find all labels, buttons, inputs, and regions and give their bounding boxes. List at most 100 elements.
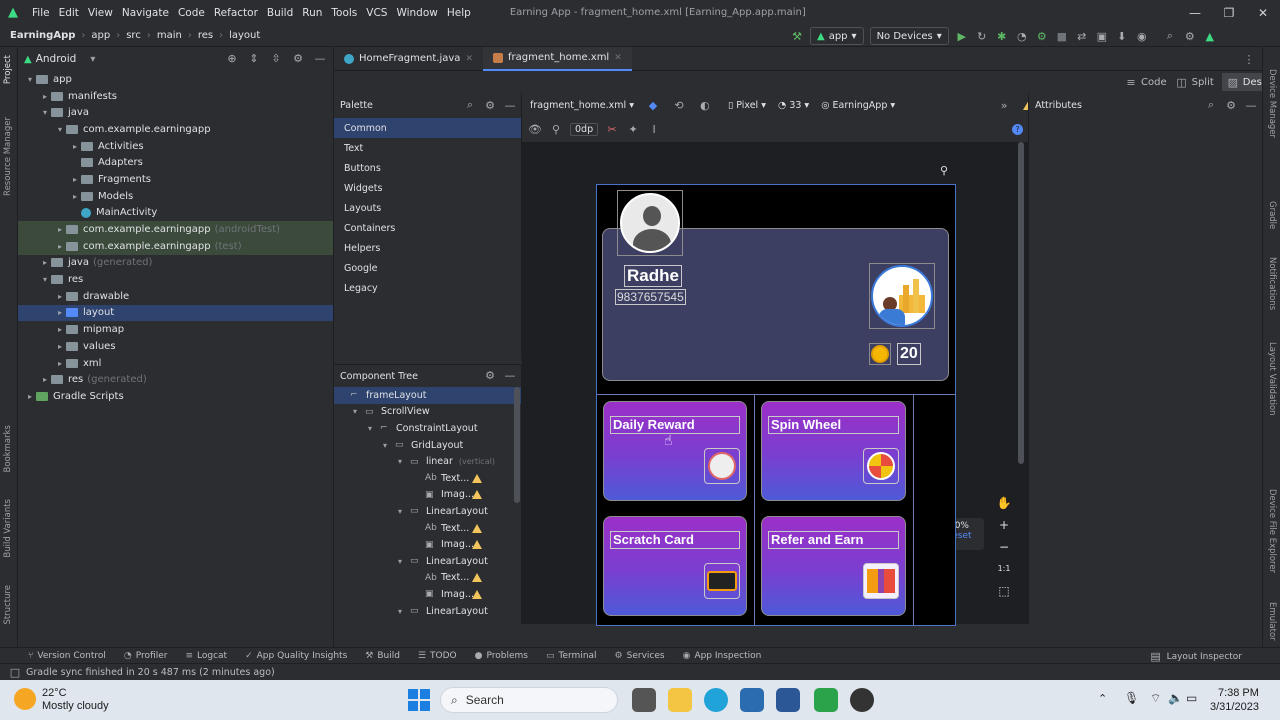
code-mode-button[interactable]: ≡ Code [1124, 76, 1166, 89]
store-icon[interactable] [740, 688, 764, 712]
locate-icon[interactable]: ⊕ [225, 52, 239, 65]
breadcrumb-item[interactable]: res [198, 30, 213, 41]
gear-icon[interactable]: ⚙ [1224, 99, 1238, 112]
hide-panel-icon[interactable]: — [503, 99, 517, 112]
chevron-down-icon[interactable]: ▾ [398, 607, 410, 616]
infer-constraints-icon[interactable]: ✦ [626, 123, 640, 136]
project-tree-row[interactable]: ▾ res [18, 271, 333, 288]
chevron-up-icon[interactable]: ⌃ [1098, 692, 1107, 705]
split-mode-button[interactable]: ◫ Split [1175, 76, 1213, 89]
run-icon[interactable]: ▶ [955, 30, 969, 43]
component-tree-row[interactable]: Ab Text... [334, 470, 521, 487]
rerun-icon[interactable]: ↻ [975, 30, 989, 43]
menu-build[interactable]: Build [267, 7, 293, 19]
project-tree-row[interactable]: ▸ Activities [18, 138, 333, 155]
sync-icon[interactable]: ⇄ [1075, 30, 1089, 43]
hide-panel-icon[interactable]: — [1244, 99, 1258, 112]
layout-inspector-button[interactable]: ▤ Layout Inspector [1149, 650, 1242, 663]
close-icon[interactable]: ✕ [1246, 6, 1280, 20]
android-studio-taskbar-icon[interactable] [850, 688, 874, 712]
menu-vcs[interactable]: VCS [366, 7, 387, 19]
warning-icon[interactable] [472, 589, 482, 599]
menu-navigate[interactable]: Navigate [122, 7, 169, 19]
taskbar-search[interactable]: ⌕ Search [440, 687, 618, 713]
project-tree-row[interactable]: ▸ com.example.earningapp (androidTest) [18, 221, 333, 238]
more-icon[interactable]: ▲ [1203, 30, 1217, 43]
chevron-right-icon[interactable]: ▸ [24, 392, 36, 401]
menu-refactor[interactable]: Refactor [214, 7, 258, 19]
layout-validation-tool-tab[interactable]: Layout Validation [1267, 342, 1277, 416]
chevron-down-icon[interactable]: ▾ [398, 507, 410, 516]
tool-terminal[interactable]: ▭ Terminal [546, 651, 597, 661]
eye-icon[interactable]: 👁 [528, 123, 542, 136]
project-tree-row[interactable]: ▾ com.example.earningapp [18, 121, 333, 138]
more-options-icon[interactable]: » [997, 99, 1011, 112]
search-icon[interactable]: ⌕ [463, 98, 477, 112]
chevron-down-icon[interactable]: ▾ [90, 54, 95, 65]
daily-reward-card[interactable]: Daily Reward [603, 401, 747, 501]
refer-earn-card[interactable]: Refer and Earn [761, 516, 906, 616]
api-level-select[interactable]: ◔ 33 ▾ [778, 100, 809, 111]
tool-logcat[interactable]: ≡ Logcat [185, 651, 227, 661]
magnet-icon[interactable]: ⚲ [549, 123, 563, 136]
chevron-right-icon[interactable]: ▸ [54, 292, 66, 301]
emulator-tool-tab[interactable]: Emulator [1267, 602, 1277, 641]
volume-icon[interactable]: 🔈 [1168, 691, 1183, 705]
editor-tab[interactable]: fragment_home.xml ✕ [482, 46, 632, 71]
gear-icon[interactable]: ⚙ [483, 99, 497, 112]
project-tree-row[interactable]: Adapters [18, 154, 333, 171]
warning-icon[interactable] [472, 473, 482, 483]
bookmarks-tool-tab[interactable]: Bookmarks [3, 425, 13, 473]
tool-problems[interactable]: ● Problems [475, 651, 528, 661]
component-tree-row[interactable]: ▾ ▭ GridLayout [334, 437, 521, 454]
sdk-manager-icon[interactable]: ⬇ [1115, 30, 1129, 43]
component-tree-row[interactable]: ▾ ▭ ScrollView [334, 404, 521, 421]
chevron-down-icon[interactable]: ▾ [39, 108, 51, 117]
menu-file[interactable]: File [32, 7, 50, 19]
component-tree-scrollbar[interactable] [514, 387, 520, 503]
layout-file-select[interactable]: fragment_home.xml ▾ [530, 100, 634, 111]
avatar-frame[interactable] [617, 190, 683, 256]
component-tree-row[interactable]: ⌐ frameLayout [334, 387, 521, 404]
menu-edit[interactable]: Edit [59, 7, 79, 19]
search-icon[interactable]: ⌕ [1163, 29, 1177, 43]
more-tabs-icon[interactable]: ⋮ [1242, 53, 1256, 66]
chevron-down-icon[interactable]: ▾ [398, 557, 410, 566]
menu-tools[interactable]: Tools [331, 7, 357, 19]
scratch-card-card[interactable]: Scratch Card [603, 516, 747, 616]
night-mode-icon[interactable]: ◐ [698, 99, 712, 112]
zoom-in-icon[interactable]: + [994, 514, 1014, 536]
device-select[interactable]: No Devices ▾ [869, 27, 949, 45]
notepad-icon[interactable] [814, 688, 838, 712]
apply-changes-icon[interactable]: ⚙ [1035, 30, 1049, 43]
file-explorer-icon[interactable] [668, 688, 692, 712]
tool-profiler[interactable]: ◔ Profiler [124, 651, 168, 661]
default-margin-field[interactable]: 0dp [570, 122, 599, 136]
clear-constraints-icon[interactable]: ✂ [605, 123, 619, 136]
battery-icon[interactable]: ▭ [1186, 691, 1197, 705]
zoom-out-icon[interactable]: − [994, 536, 1014, 558]
pan-hand-icon[interactable]: ✋ [994, 492, 1014, 514]
windows-start-icon[interactable] [408, 689, 430, 711]
menu-view[interactable]: View [88, 7, 113, 19]
project-tree-row[interactable]: ▸ Gradle Scripts [18, 388, 333, 405]
debug-icon[interactable]: ✱ [995, 30, 1009, 43]
chevron-right-icon[interactable]: ▸ [69, 175, 81, 184]
build-variants-tool-tab[interactable]: Build Variants [3, 499, 13, 558]
project-tree-row[interactable]: ▸ mipmap [18, 321, 333, 338]
settings-icon[interactable]: ⚙ [1183, 30, 1197, 43]
project-tree-row[interactable]: ▾ app [18, 71, 333, 88]
chevron-down-icon[interactable]: ▾ [39, 275, 51, 284]
breadcrumb-item[interactable]: src [126, 30, 141, 41]
microphone-icon[interactable]: 🎙 [1124, 691, 1139, 705]
chevron-right-icon[interactable]: ▸ [39, 92, 51, 101]
chevron-down-icon[interactable]: ▾ [353, 407, 365, 416]
search-icon[interactable]: ⌕ [1204, 98, 1218, 112]
palette-category-containers[interactable]: Containers [334, 218, 521, 238]
palette-category-legacy[interactable]: Legacy [334, 278, 521, 298]
device-manager-icon[interactable]: ▣ [1095, 30, 1109, 43]
project-view-select[interactable]: Android [36, 53, 77, 65]
project-tree-row[interactable]: ▸ Fragments [18, 171, 333, 188]
edge-browser-icon[interactable] [704, 688, 728, 712]
project-tree-row[interactable]: MainActivity [18, 205, 333, 222]
